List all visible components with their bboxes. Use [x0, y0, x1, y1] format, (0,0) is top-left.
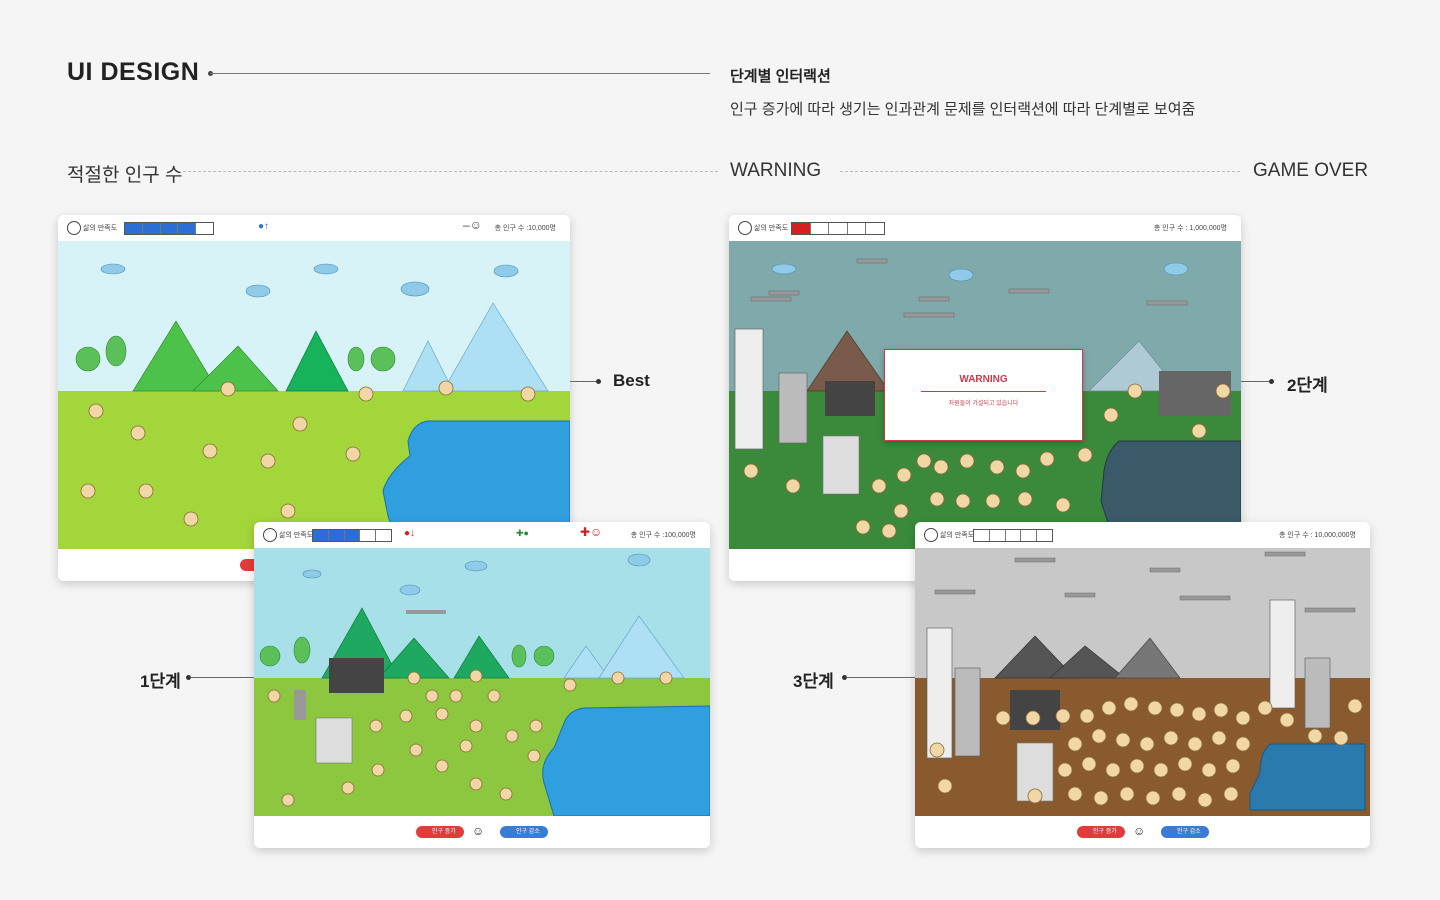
meter-segment [178, 223, 197, 234]
meter-segment [196, 223, 213, 234]
population-count: 총 인구 수 : 1,000,000명 [1153, 225, 1227, 232]
connector-dot [596, 379, 601, 384]
population-count: 총 인구 수 : 10,000,000명 [1279, 532, 1356, 539]
satisfaction-label: 삶의 만족도 [279, 532, 314, 539]
baby-icon[interactable]: –☺ [463, 218, 482, 232]
decrease-population-button[interactable]: 인구 감소 [1161, 826, 1209, 838]
meter-segment [866, 223, 884, 234]
section-label-middle: WARNING [730, 160, 822, 181]
section-divider-left [183, 171, 718, 172]
arrow-up-icon: ●↑ [258, 221, 270, 232]
meter-segment [1021, 530, 1038, 541]
section-label-left: 적절한 인구 수 [67, 165, 183, 186]
plus-coin-icon: ✚● [516, 528, 529, 538]
population-count: 총 인구 수 :100,000명 [630, 532, 696, 539]
warning-title: WARNING [959, 374, 1008, 385]
connector-line [1241, 381, 1271, 382]
connector-dot [1269, 379, 1274, 384]
meter-segment [344, 530, 361, 541]
stage-label-best: Best [613, 371, 650, 390]
meter-segment [328, 530, 345, 541]
increase-population-button[interactable]: 인구 증가 [416, 826, 464, 838]
satisfaction-meter [312, 529, 392, 542]
population-count: 총 인구 수 :10,000명 [494, 225, 556, 232]
section-subtitle: 단계별 인터랙션 [730, 68, 831, 85]
satisfaction-meter [791, 222, 885, 235]
satisfaction-meter [124, 222, 214, 235]
satisfaction-label: 삶의 만족도 [754, 225, 789, 232]
top-hud: 삶의 만족도 ●↓ ✚● ✚☺ 총 인구 수 :100,000명 [254, 522, 710, 548]
meter-segment [990, 530, 1006, 541]
bottom-hud: 인구 증가 ☺ 인구 감소 [254, 816, 710, 848]
landscape-scene [915, 548, 1370, 816]
meter-segment [125, 223, 143, 234]
bottom-hud: 인구 증가 ☺ 인구 감소 [915, 816, 1370, 848]
satisfaction-label: 삶의 만족도 [940, 532, 975, 539]
stage-label-1: 1단계 [140, 672, 181, 691]
section-divider-right [840, 171, 1240, 172]
meter-segment [313, 530, 329, 541]
baby-icon[interactable]: ✚☺ [580, 525, 602, 539]
top-hud: 삶의 만족도 총 인구 수 : 10,000,000명 [915, 522, 1370, 548]
baby-center-icon: ☺ [472, 824, 485, 838]
baby-center-icon: ☺ [1133, 824, 1146, 838]
meter-segment [829, 223, 848, 234]
warning-popup: WARNING 자원들이 가설되고 있습니다 [884, 349, 1083, 441]
meter-segment [792, 223, 811, 234]
connector-line [846, 677, 915, 678]
meter-segment [1006, 530, 1022, 541]
meter-segment [1037, 530, 1052, 541]
section-label-right: GAME OVER [1253, 160, 1369, 181]
meter-segment [848, 223, 867, 234]
screen-stage3: 삶의 만족도 총 인구 수 : 10,000,000명 인구 증가 ☺ 인구 감… [915, 522, 1370, 848]
landscape-scene [254, 548, 710, 816]
page-title: UI DESIGN [67, 58, 200, 86]
meter-segment [974, 530, 990, 541]
warning-message: 자원들이 가설되고 있습니다 [948, 401, 1019, 407]
screen-stage1: 삶의 만족도 ●↓ ✚● ✚☺ 총 인구 수 :100,000명 인구 증가 ☺… [254, 522, 710, 848]
increase-population-button[interactable]: 인구 증가 [1077, 826, 1125, 838]
top-hud: 삶의 만족도 ●↑ –☺ 총 인구 수 :10,000명 [58, 215, 570, 241]
face-icon [67, 221, 81, 235]
satisfaction-meter [973, 529, 1053, 542]
header-divider [210, 73, 710, 74]
stage-label-2: 2단계 [1287, 376, 1328, 395]
face-icon [924, 528, 938, 542]
face-icon [263, 528, 277, 542]
connector-line [190, 677, 254, 678]
arrow-down-icon: ●↓ [404, 528, 416, 539]
decrease-population-button[interactable]: 인구 감소 [500, 826, 548, 838]
satisfaction-label: 삶의 만족도 [83, 225, 118, 232]
section-description: 인구 증가에 따라 생기는 인과관계 문제를 인터랙션에 따라 단계별로 보여줌 [730, 101, 1196, 118]
meter-segment [360, 530, 377, 541]
meter-segment [811, 223, 830, 234]
landscape-scene [58, 241, 570, 549]
face-icon [738, 221, 752, 235]
meter-segment [376, 530, 391, 541]
warning-divider [921, 391, 1046, 392]
meter-segment [142, 223, 161, 234]
meter-segment [160, 223, 179, 234]
top-hud: 삶의 만족도 총 인구 수 : 1,000,000명 [729, 215, 1241, 241]
stage-label-3: 3단계 [793, 672, 834, 691]
